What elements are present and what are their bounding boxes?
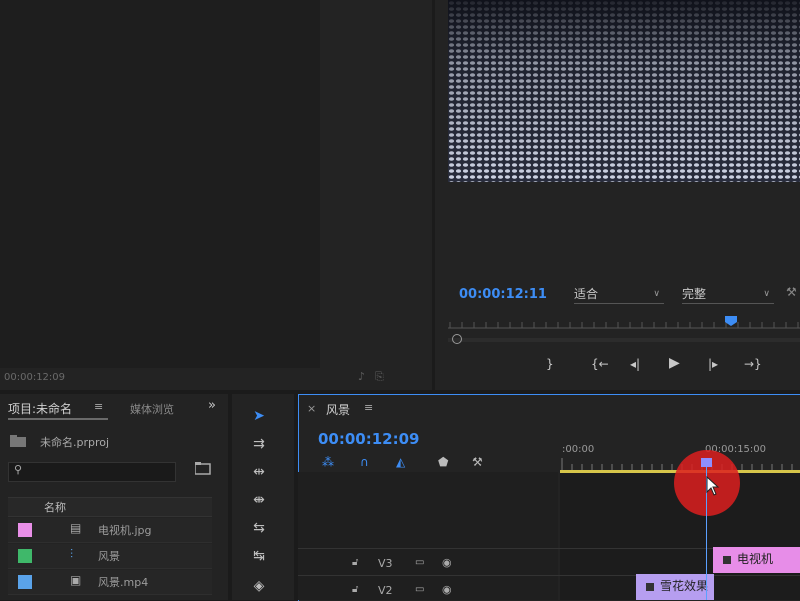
clip-label: 电视机 [737, 552, 774, 566]
project-folder-icon [10, 435, 26, 447]
playhead-handle[interactable] [701, 458, 712, 467]
project-column-header [8, 497, 212, 517]
fx-badge-icon [723, 555, 731, 564]
list-item[interactable]: ⫶ 风景 [8, 544, 212, 569]
program-zoom-scrollbar[interactable] [448, 338, 800, 344]
sequence-tab[interactable]: 风景 [326, 401, 350, 418]
eye-icon[interactable]: ◉ [442, 556, 452, 569]
project-search-input[interactable] [8, 462, 176, 482]
clip-label: 雪花效果 [660, 579, 709, 593]
zoom-handle[interactable] [452, 334, 462, 344]
selection-tool-icon[interactable]: ➤ [247, 408, 271, 424]
track-select-tool-icon[interactable]: ⇉ [247, 436, 271, 452]
track-name: V3 [378, 557, 393, 570]
razor-tool-icon[interactable]: ◈ [247, 578, 271, 594]
timeline-timecode[interactable]: 00:00:12:09 [318, 430, 420, 448]
chevron-down-icon: ∨ [763, 289, 770, 299]
eye-icon[interactable]: ◉ [442, 583, 452, 596]
sync-lock-icon[interactable]: ▭ [415, 584, 424, 595]
media-browser-tab[interactable]: 媒体浏览 [130, 401, 174, 417]
source-timecode[interactable]: 00:00:12:09 [4, 372, 65, 383]
item-label: 电视机.jpg [98, 524, 152, 537]
step-forward-button[interactable]: |▸ [708, 357, 718, 371]
clip-snow[interactable]: 雪花效果 [636, 574, 714, 600]
clip-tv[interactable]: 电视机 [713, 547, 800, 573]
snap-magnet-icon[interactable]: ∩ [360, 455, 369, 469]
track-name: V2 [378, 584, 393, 597]
linked-selection-icon[interactable]: ◭ [396, 455, 405, 469]
new-bin-icon[interactable] [195, 461, 211, 475]
wrench-icon[interactable]: ⚒ [472, 455, 483, 469]
hamburger-menu-icon[interactable]: ≡ [94, 400, 103, 413]
video-file-icon: ▣ [70, 573, 82, 587]
list-item[interactable]: ▤ 电视机.jpg [8, 518, 212, 543]
chevron-down-icon: ∨ [653, 289, 660, 299]
mark-out-button[interactable]: } [546, 357, 554, 371]
ruler-label: :00:00 [562, 444, 595, 455]
wrench-icon[interactable]: ⚒ [786, 285, 797, 299]
project-tab[interactable]: 项目:未命名 [8, 400, 72, 417]
label-color-swatch[interactable] [18, 549, 32, 563]
rolling-edit-tool-icon[interactable]: ⇼ [247, 492, 271, 508]
lock-icon[interactable]: 🔓︎ [352, 557, 358, 568]
hamburger-menu-icon[interactable]: ≡ [364, 401, 373, 414]
go-to-in-button[interactable]: {← [591, 357, 609, 371]
add-marker-icon[interactable]: ⬟ [438, 455, 448, 469]
ripple-edit-tool-icon[interactable]: ⇹ [247, 464, 271, 480]
rate-stretch-tool-icon[interactable]: ⇆ [247, 520, 271, 536]
export-frame-icon[interactable]: ⎘ [375, 370, 394, 383]
fx-badge-icon [646, 582, 654, 591]
mouse-cursor-icon [706, 476, 720, 496]
step-back-button[interactable]: ◂| [630, 357, 640, 371]
close-icon[interactable]: × [307, 402, 316, 415]
slip-tool-icon[interactable]: ↹ [247, 548, 271, 564]
project-filename: 未命名.prproj [40, 436, 110, 449]
label-color-swatch[interactable] [18, 575, 32, 589]
sequence-icon: ⫶ [70, 547, 74, 561]
active-tab-indicator [8, 418, 108, 420]
item-label: 风景.mp4 [98, 576, 149, 589]
lock-icon[interactable]: 🔓︎ [352, 584, 358, 595]
program-timecode[interactable]: 00:00:12:11 [459, 287, 547, 302]
label-color-swatch[interactable] [18, 523, 32, 537]
column-name[interactable]: 名称 [44, 499, 66, 515]
search-icon: ⚲ [14, 463, 23, 476]
tv-noise-pattern [448, 0, 800, 182]
nest-icon[interactable]: ⁂ [322, 455, 334, 469]
source-viewer[interactable] [0, 0, 320, 368]
track-divider [298, 575, 800, 576]
item-label: 风景 [98, 550, 120, 563]
playback-resolution-select[interactable]: 完整 ∨ [682, 285, 774, 304]
zoom-value: 适合 [574, 287, 599, 301]
list-item[interactable]: ▣ 风景.mp4 [8, 570, 212, 595]
zoom-level-select[interactable]: 适合 ∨ [574, 285, 664, 304]
source-controls[interactable]: ♪⎘ [358, 370, 394, 384]
sync-lock-icon[interactable]: ▭ [415, 557, 424, 568]
track-headers [298, 472, 558, 600]
go-to-out-button[interactable]: →} [744, 357, 762, 371]
play-button[interactable]: ▶ [669, 355, 680, 371]
quality-value: 完整 [682, 287, 707, 301]
program-time-ruler[interactable] [448, 316, 800, 330]
image-file-icon: ▤ [70, 521, 82, 535]
audio-drag-icon[interactable]: ♪ [358, 370, 375, 383]
program-video-frame[interactable] [448, 0, 800, 182]
double-chevron-right-icon[interactable]: » [208, 398, 216, 413]
